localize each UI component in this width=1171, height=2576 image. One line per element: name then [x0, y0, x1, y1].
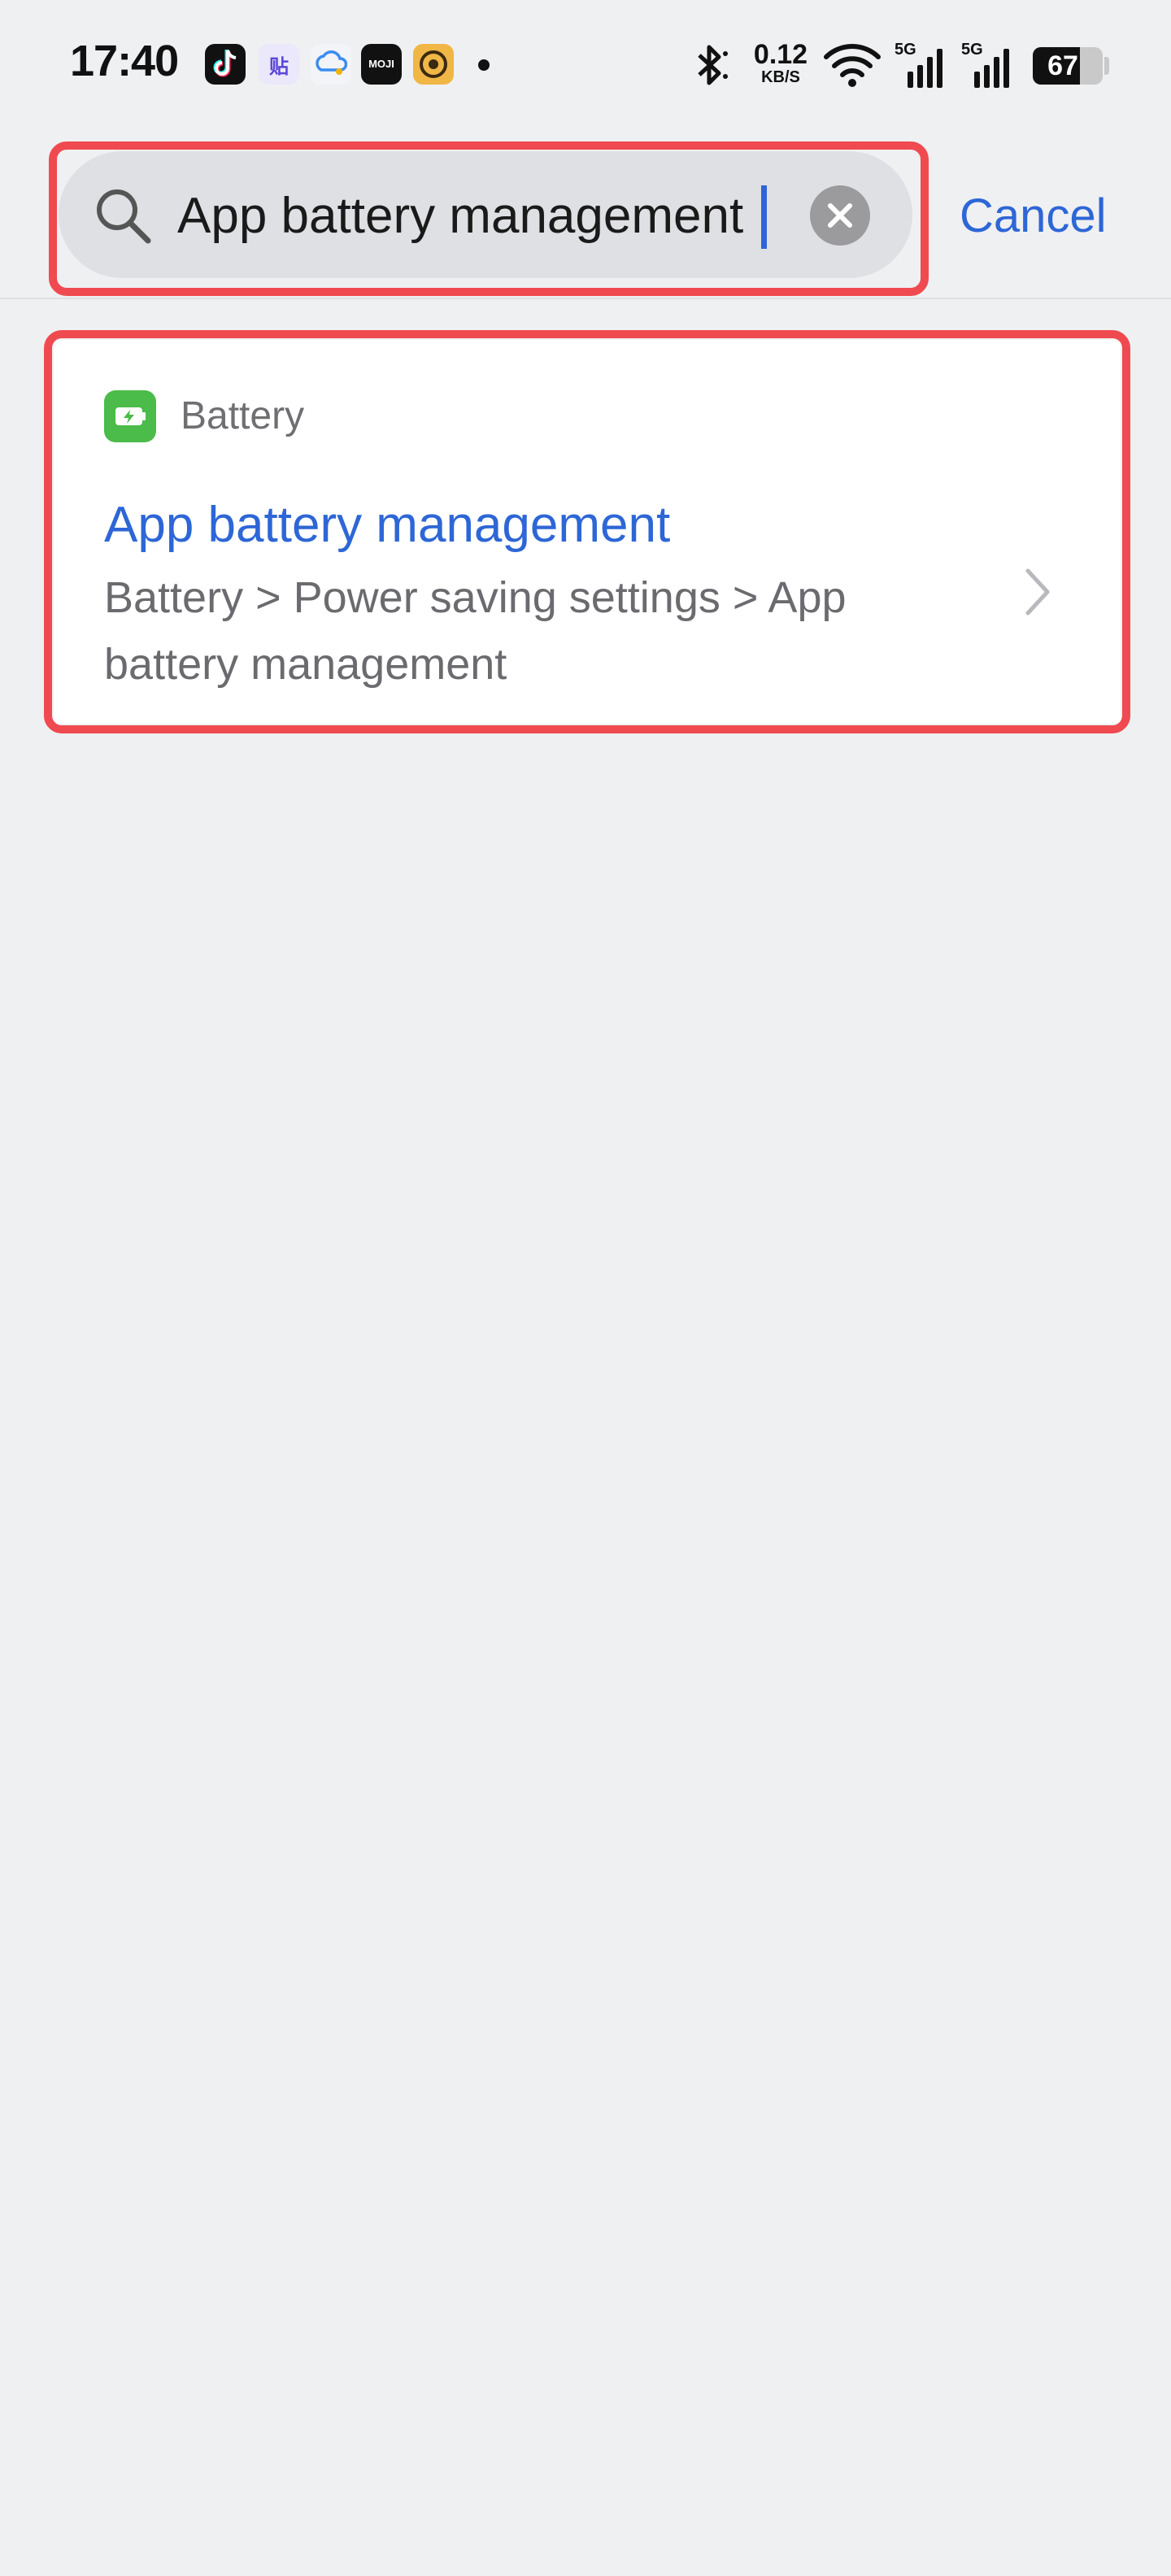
- wifi-icon: [824, 44, 881, 87]
- header-divider: [0, 298, 1171, 299]
- network-speed-value: 0.12: [753, 39, 808, 70]
- battery-indicator: 67: [1033, 47, 1103, 85]
- network-speed-unit: KB/S: [761, 68, 800, 86]
- moji-label: MOJI: [368, 58, 394, 70]
- music-icon: [413, 44, 454, 85]
- network-speed: 0.12 KB/S: [750, 41, 812, 86]
- moji-weather-icon: MOJI: [361, 44, 402, 85]
- cellular-signal-2: 5G: [961, 41, 1015, 89]
- battery-level: 67: [1047, 50, 1078, 81]
- signal-bars-icon: [908, 49, 942, 88]
- cancel-button[interactable]: Cancel: [960, 184, 1107, 249]
- bluetooth-icon: [698, 45, 728, 85]
- cloud-chat-icon: [311, 44, 351, 85]
- search-highlight-outline: [49, 141, 929, 296]
- tiktok-icon: [205, 44, 246, 85]
- status-time: 17:40: [70, 37, 179, 85]
- status-bar: 17:40 贴 MOJI 0.12 KB/S 5G 5G 67: [0, 0, 1171, 130]
- signal-bars-icon: [974, 49, 1009, 88]
- cellular-signal-1: 5G: [895, 41, 948, 89]
- result-highlight-outline: [44, 330, 1130, 733]
- more-notifications-dot: [478, 59, 490, 71]
- tieba-icon: 贴: [259, 44, 299, 85]
- battery-nub: [1104, 57, 1109, 75]
- tieba-icon-label: 贴: [269, 55, 289, 78]
